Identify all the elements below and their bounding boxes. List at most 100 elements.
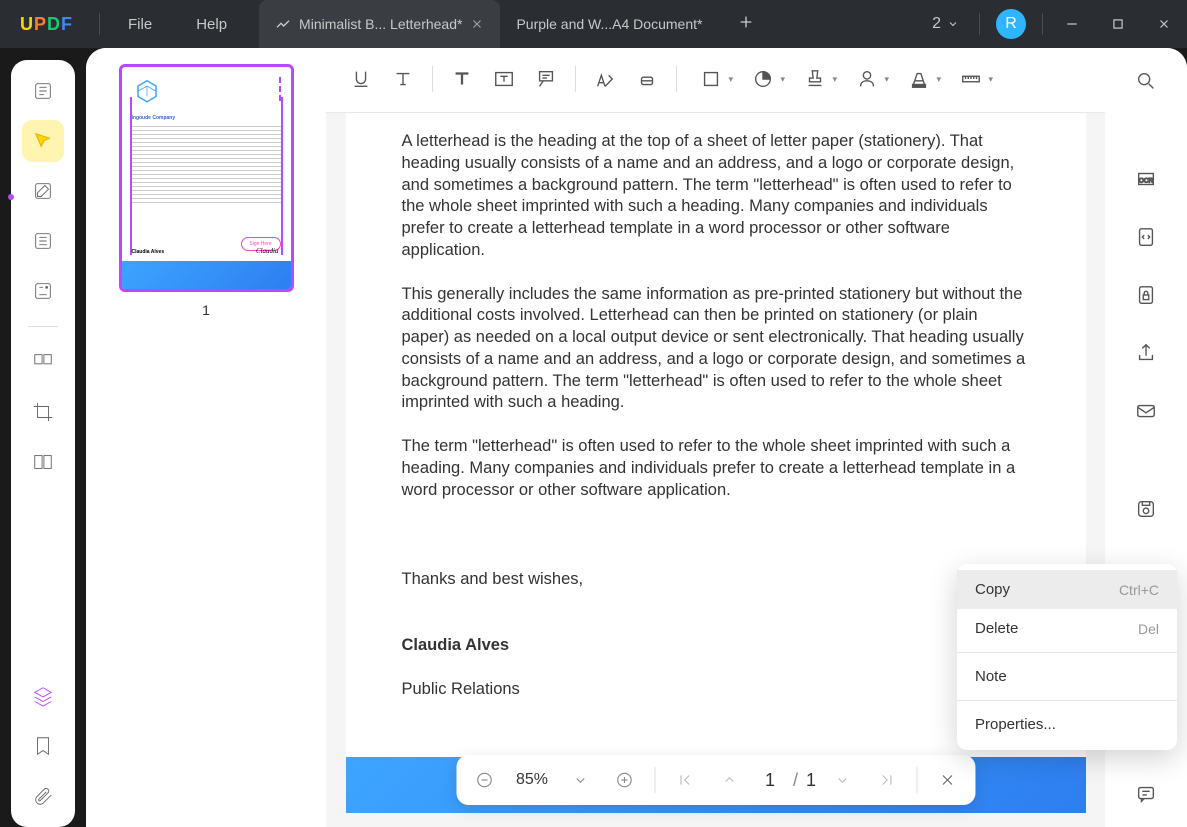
window-count[interactable]: 2 xyxy=(918,15,973,33)
chevron-down-icon: ▾ xyxy=(780,74,785,85)
chevron-down-icon: ▾ xyxy=(832,74,837,85)
divider xyxy=(979,13,980,35)
divider xyxy=(28,326,58,327)
zoom-in-button[interactable] xyxy=(606,762,642,798)
pencil-button[interactable] xyxy=(584,60,626,98)
comments-button[interactable] xyxy=(1127,775,1165,813)
eraser-button[interactable] xyxy=(626,60,668,98)
tab-label: Minimalist B... Letterhead* xyxy=(299,16,462,32)
measure-button[interactable]: ▾ xyxy=(945,60,997,98)
left-rail-inner xyxy=(11,60,75,827)
add-tab-button[interactable] xyxy=(718,14,774,35)
email-button[interactable] xyxy=(1127,392,1165,430)
thumb-footer-band xyxy=(122,261,291,289)
tab-1[interactable]: Minimalist B... Letterhead* xyxy=(259,0,500,48)
convert-button[interactable] xyxy=(1127,218,1165,256)
stamp-button[interactable]: ▾ xyxy=(789,60,841,98)
page-input[interactable] xyxy=(755,770,785,791)
paragraph: This generally includes the same informa… xyxy=(402,284,1030,415)
highlight-button[interactable]: ▾ xyxy=(893,60,945,98)
bookmarks-button[interactable] xyxy=(22,725,64,767)
svg-text:OCR: OCR xyxy=(1139,178,1154,185)
page-tools-button[interactable] xyxy=(22,220,64,262)
close-button[interactable] xyxy=(1141,0,1187,48)
context-item-label: Properties... xyxy=(975,716,1056,733)
paragraph: The term "letterhead" is often used to r… xyxy=(402,436,1030,501)
text-style-button[interactable] xyxy=(382,60,424,98)
paragraph: A letterhead is the heading at the top o… xyxy=(402,131,1030,262)
ocr-button[interactable]: OCR xyxy=(1127,160,1165,198)
context-item-label: Delete xyxy=(975,620,1018,637)
page-navigator: 85% / 1 xyxy=(456,755,975,805)
zoom-value: 85% xyxy=(510,771,554,789)
indicator-dot xyxy=(8,194,14,200)
text-button[interactable] xyxy=(441,60,483,98)
prev-page-button[interactable] xyxy=(711,762,747,798)
reader-mode-button[interactable] xyxy=(22,70,64,112)
chevron-down-icon: ▾ xyxy=(884,74,889,85)
thumbnail-page-number: 1 xyxy=(202,302,210,318)
context-properties[interactable]: Properties... xyxy=(957,705,1177,744)
divider xyxy=(654,767,655,793)
divider xyxy=(432,66,433,92)
help-menu[interactable]: Help xyxy=(174,16,249,33)
context-copy[interactable]: Copy Ctrl+C xyxy=(957,570,1177,609)
last-page-button[interactable] xyxy=(868,762,904,798)
edit-mode-button[interactable] xyxy=(22,170,64,212)
chevron-down-icon: ▾ xyxy=(988,74,993,85)
tab-label: Purple and W...A4 Document* xyxy=(516,16,702,32)
maximize-button[interactable] xyxy=(1095,0,1141,48)
context-item-label: Note xyxy=(975,668,1007,685)
context-item-shortcut: Del xyxy=(1138,621,1159,637)
organize-button[interactable] xyxy=(22,341,64,383)
attachments-button[interactable] xyxy=(22,775,64,817)
zoom-dropdown[interactable] xyxy=(562,762,598,798)
divider xyxy=(957,700,1177,701)
page-separator: / xyxy=(793,770,798,791)
context-note[interactable]: Note xyxy=(957,657,1177,696)
shape-button[interactable]: ▾ xyxy=(685,60,737,98)
app-logo: UPDF xyxy=(0,14,93,35)
minimize-button[interactable] xyxy=(1049,0,1095,48)
zoom-out-button[interactable] xyxy=(466,762,502,798)
left-rail xyxy=(0,48,86,827)
close-icon[interactable] xyxy=(470,17,484,31)
context-menu: Copy Ctrl+C Delete Del Note Properties..… xyxy=(957,564,1177,750)
divider xyxy=(916,767,917,793)
protect-button[interactable] xyxy=(1127,276,1165,314)
search-button[interactable] xyxy=(1127,62,1165,100)
textbox-button[interactable] xyxy=(483,60,525,98)
user-avatar[interactable]: R xyxy=(996,9,1026,39)
close-nav-button[interactable] xyxy=(929,762,965,798)
chevron-down-icon xyxy=(947,18,959,30)
share-button[interactable] xyxy=(1127,334,1165,372)
annotate-icon xyxy=(275,16,291,32)
sticker-button[interactable]: ▾ xyxy=(737,60,789,98)
tab-2[interactable]: Purple and W...A4 Document* xyxy=(500,0,718,48)
closing-line: Thanks and best wishes, xyxy=(402,569,1030,591)
file-menu[interactable]: File xyxy=(106,16,174,33)
signature-button[interactable]: ▾ xyxy=(841,60,893,98)
chevron-down-icon: ▾ xyxy=(936,74,941,85)
crop-button[interactable] xyxy=(22,391,64,433)
save-button[interactable] xyxy=(1127,490,1165,528)
page-thumbnail[interactable]: Ingoude Company Sign Here Claudia Alves … xyxy=(119,64,294,292)
underline-button[interactable] xyxy=(340,60,382,98)
divider xyxy=(957,652,1177,653)
compare-button[interactable] xyxy=(22,441,64,483)
callout-button[interactable] xyxy=(525,60,567,98)
first-page-button[interactable] xyxy=(667,762,703,798)
thumb-signature: Claudia xyxy=(256,247,279,255)
divider xyxy=(575,66,576,92)
titlebar: UPDF File Help Minimalist B... Letterhea… xyxy=(0,0,1187,48)
context-item-label: Copy xyxy=(975,581,1010,598)
chevron-down-icon: ▾ xyxy=(728,74,733,85)
form-tools-button[interactable] xyxy=(22,270,64,312)
comment-mode-button[interactable] xyxy=(22,120,64,162)
plus-icon xyxy=(738,14,754,30)
thumbnail-panel: Ingoude Company Sign Here Claudia Alves … xyxy=(86,48,326,827)
context-delete[interactable]: Delete Del xyxy=(957,609,1177,648)
page-total: 1 xyxy=(806,770,816,791)
next-page-button[interactable] xyxy=(824,762,860,798)
layers-button[interactable] xyxy=(22,675,64,717)
